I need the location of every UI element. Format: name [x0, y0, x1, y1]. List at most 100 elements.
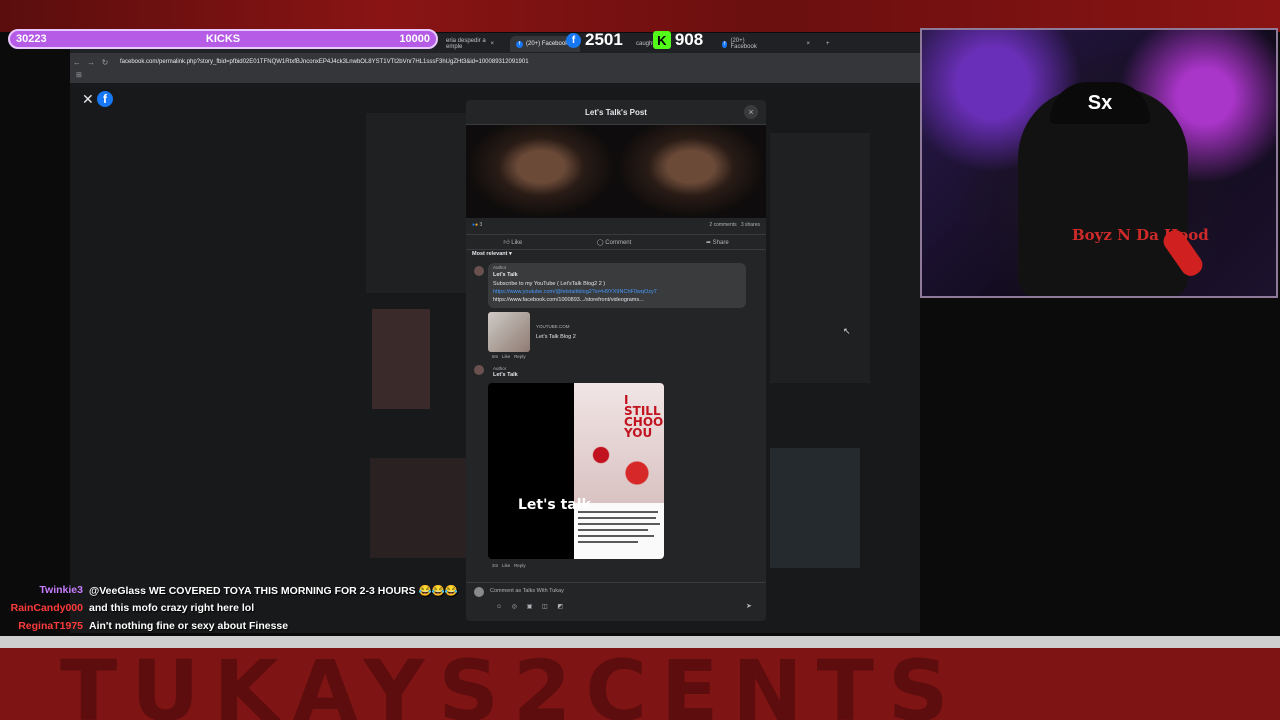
text-line: [578, 523, 660, 525]
facebook-favicon-icon: f: [516, 40, 523, 48]
chat-message: ReginaT1975 Ain't nothing fine or sexy a…: [8, 617, 478, 635]
tab-close-icon[interactable]: ×: [490, 41, 494, 47]
facebook-logo-icon[interactable]: f: [97, 91, 113, 107]
post-image-right: [616, 125, 766, 218]
stream-chat: Twinkie3 @VeeGlass WE COVERED TOYA THIS …: [8, 581, 478, 635]
thumbs-up-icon: 👍︎: [503, 240, 510, 246]
comments-count[interactable]: 2 comments: [709, 222, 736, 228]
share-button[interactable]: ➦ Share: [706, 239, 729, 246]
reactions-count[interactable]: ●● 3: [472, 222, 482, 232]
background-sidebar: [366, 113, 466, 293]
text-line: [578, 535, 654, 537]
new-tab-button[interactable]: +: [820, 36, 836, 52]
background-post: [770, 133, 870, 383]
like-label: Like: [511, 240, 523, 246]
close-icon[interactable]: ✕: [82, 91, 94, 108]
share-arrow-icon: ➦: [705, 239, 711, 246]
comment-composer: Comment as Talks With Tukay ☺ ◎ ▣ ◫ ◩ ➤: [466, 582, 766, 621]
stream-divider: [0, 636, 1280, 648]
background-photos-grid: [370, 458, 470, 558]
modal-header: Let's Talk's Post: [466, 100, 766, 125]
facebook-follower-count: 2501: [585, 30, 623, 49]
comment-like-button[interactable]: Like: [502, 354, 510, 359]
comment-input[interactable]: Comment as Talks With Tukay: [490, 588, 756, 598]
sort-label: Most relevant: [472, 251, 508, 257]
tab-label: eria despedir a emple: [446, 38, 486, 50]
facebook-icon: f: [566, 32, 581, 48]
goal-label: KICKS: [205, 33, 241, 45]
bookmarks-bar: ⊞: [70, 71, 920, 83]
post-image-left: [466, 125, 616, 218]
kick-icon: K: [652, 31, 671, 49]
avatar[interactable]: [474, 365, 484, 375]
follower-counter: f 2501 K 908: [566, 29, 703, 51]
plus-icon: +: [826, 41, 830, 47]
comment-author[interactable]: Let's Talk: [493, 372, 518, 378]
link-preview-card[interactable]: YOUTUBE.COM Let's Talk Blog 2: [488, 312, 598, 352]
tab-close-icon[interactable]: ×: [806, 41, 810, 47]
forward-icon[interactable]: →: [84, 58, 98, 67]
chat-message: Twinkie3 @VeeGlass WE COVERED TOYA THIS …: [8, 581, 478, 599]
text-line: [578, 541, 638, 543]
text-line: [578, 529, 648, 531]
webcam-feed: Sx Boyz N Da Hood: [920, 28, 1278, 298]
comment-time[interactable]: 6m: [492, 354, 498, 359]
reactions-number: 3: [479, 222, 483, 228]
chat-username: Twinkie3: [39, 584, 83, 596]
chat-username: ReginaT1975: [18, 620, 83, 632]
comment-time[interactable]: 2m: [492, 563, 498, 568]
link-domain: YOUTUBE.COM: [536, 324, 570, 329]
haha-reaction-icon: ●: [475, 222, 479, 228]
youtube-link[interactable]: https://www.youtube.com/@letstalkblog2?s…: [493, 289, 657, 295]
goal-target: 10000: [399, 33, 430, 45]
comment-reply-button[interactable]: Reply: [514, 563, 526, 568]
kick-follower-count: 908: [674, 30, 704, 49]
share-label: Share: [712, 239, 729, 246]
chat-message: RainCandy000 and this mofo crazy right h…: [8, 599, 478, 617]
comment-bubble: Author Let's Talk Subscribe to my YouTub…: [488, 263, 746, 308]
url-field[interactable]: facebook.com/permalink.php?story_fbid=pf…: [120, 59, 529, 65]
shares-count[interactable]: 3 shares: [741, 222, 760, 228]
comment-author[interactable]: Let's Talk: [493, 272, 518, 278]
composer-tools-icon[interactable]: ☺ ◎ ▣ ◫ ◩: [496, 603, 567, 610]
comment-reply-button[interactable]: Reply: [514, 354, 526, 359]
sort-dropdown[interactable]: Most relevant ▾: [472, 251, 512, 257]
send-icon[interactable]: ➤: [746, 602, 752, 610]
comment-image[interactable]: I STILL CHOOSE YOU Let's talk: [488, 383, 664, 559]
author-badge: Author: [493, 265, 507, 270]
facebook-favicon-icon: f: [722, 40, 728, 48]
author-badge: Author: [493, 366, 507, 371]
like-button[interactable]: 👍︎ Like: [503, 238, 522, 246]
reload-icon[interactable]: ↻: [98, 58, 112, 67]
tab-label: (20+) Facebook: [526, 41, 569, 47]
goal-current: 30223: [16, 33, 47, 45]
tab-4[interactable]: f (20+) Facebook ×: [716, 36, 816, 52]
avatar[interactable]: [474, 266, 484, 276]
comment-bubble-icon: ◯: [596, 239, 604, 246]
comment-button[interactable]: ◯ Comment: [597, 239, 631, 246]
close-icon[interactable]: ×: [744, 105, 758, 119]
valentine-photo: I STILL CHOOSE YOU: [574, 383, 664, 503]
banner-text: TUKAYS2CENTS: [60, 648, 963, 720]
chat-text: and this mofo crazy right here lol: [89, 602, 255, 614]
back-icon[interactable]: ←: [70, 58, 84, 67]
chat-username: RainCandy000: [10, 602, 83, 614]
post-actions: 👍︎ Like ◯ Comment ➦ Share: [466, 234, 766, 250]
comment-like-button[interactable]: Like: [502, 563, 510, 568]
apps-icon[interactable]: ⊞: [76, 72, 82, 79]
mouse-cursor-icon: ↖: [843, 326, 851, 336]
tab-1[interactable]: eria despedir a emple ×: [440, 36, 500, 52]
cap-logo: Sx: [1050, 82, 1150, 124]
comment-text: Subscribe to my YouTube ( Let'sTalk Blog…: [493, 281, 606, 287]
comment-meta: 2m Like Reply: [492, 563, 526, 568]
image-overlay-text: Let's talk: [518, 497, 591, 513]
reaction-summary: ●● 3 2 comments 3 shares: [472, 222, 760, 232]
comment-meta: 6m Like Reply: [492, 354, 526, 359]
post-media[interactable]: [466, 125, 766, 218]
engagement-counts: 2 comments 3 shares: [709, 222, 760, 232]
background-video: [770, 448, 860, 568]
background-photo: [372, 309, 430, 409]
tab-label: (20+) Facebook: [730, 38, 757, 50]
storefront-link[interactable]: https://www.facebook.com/1000893.../stor…: [493, 297, 644, 303]
post-modal: Let's Talk's Post × ●● 3 2 comments 3 sh…: [466, 100, 766, 621]
